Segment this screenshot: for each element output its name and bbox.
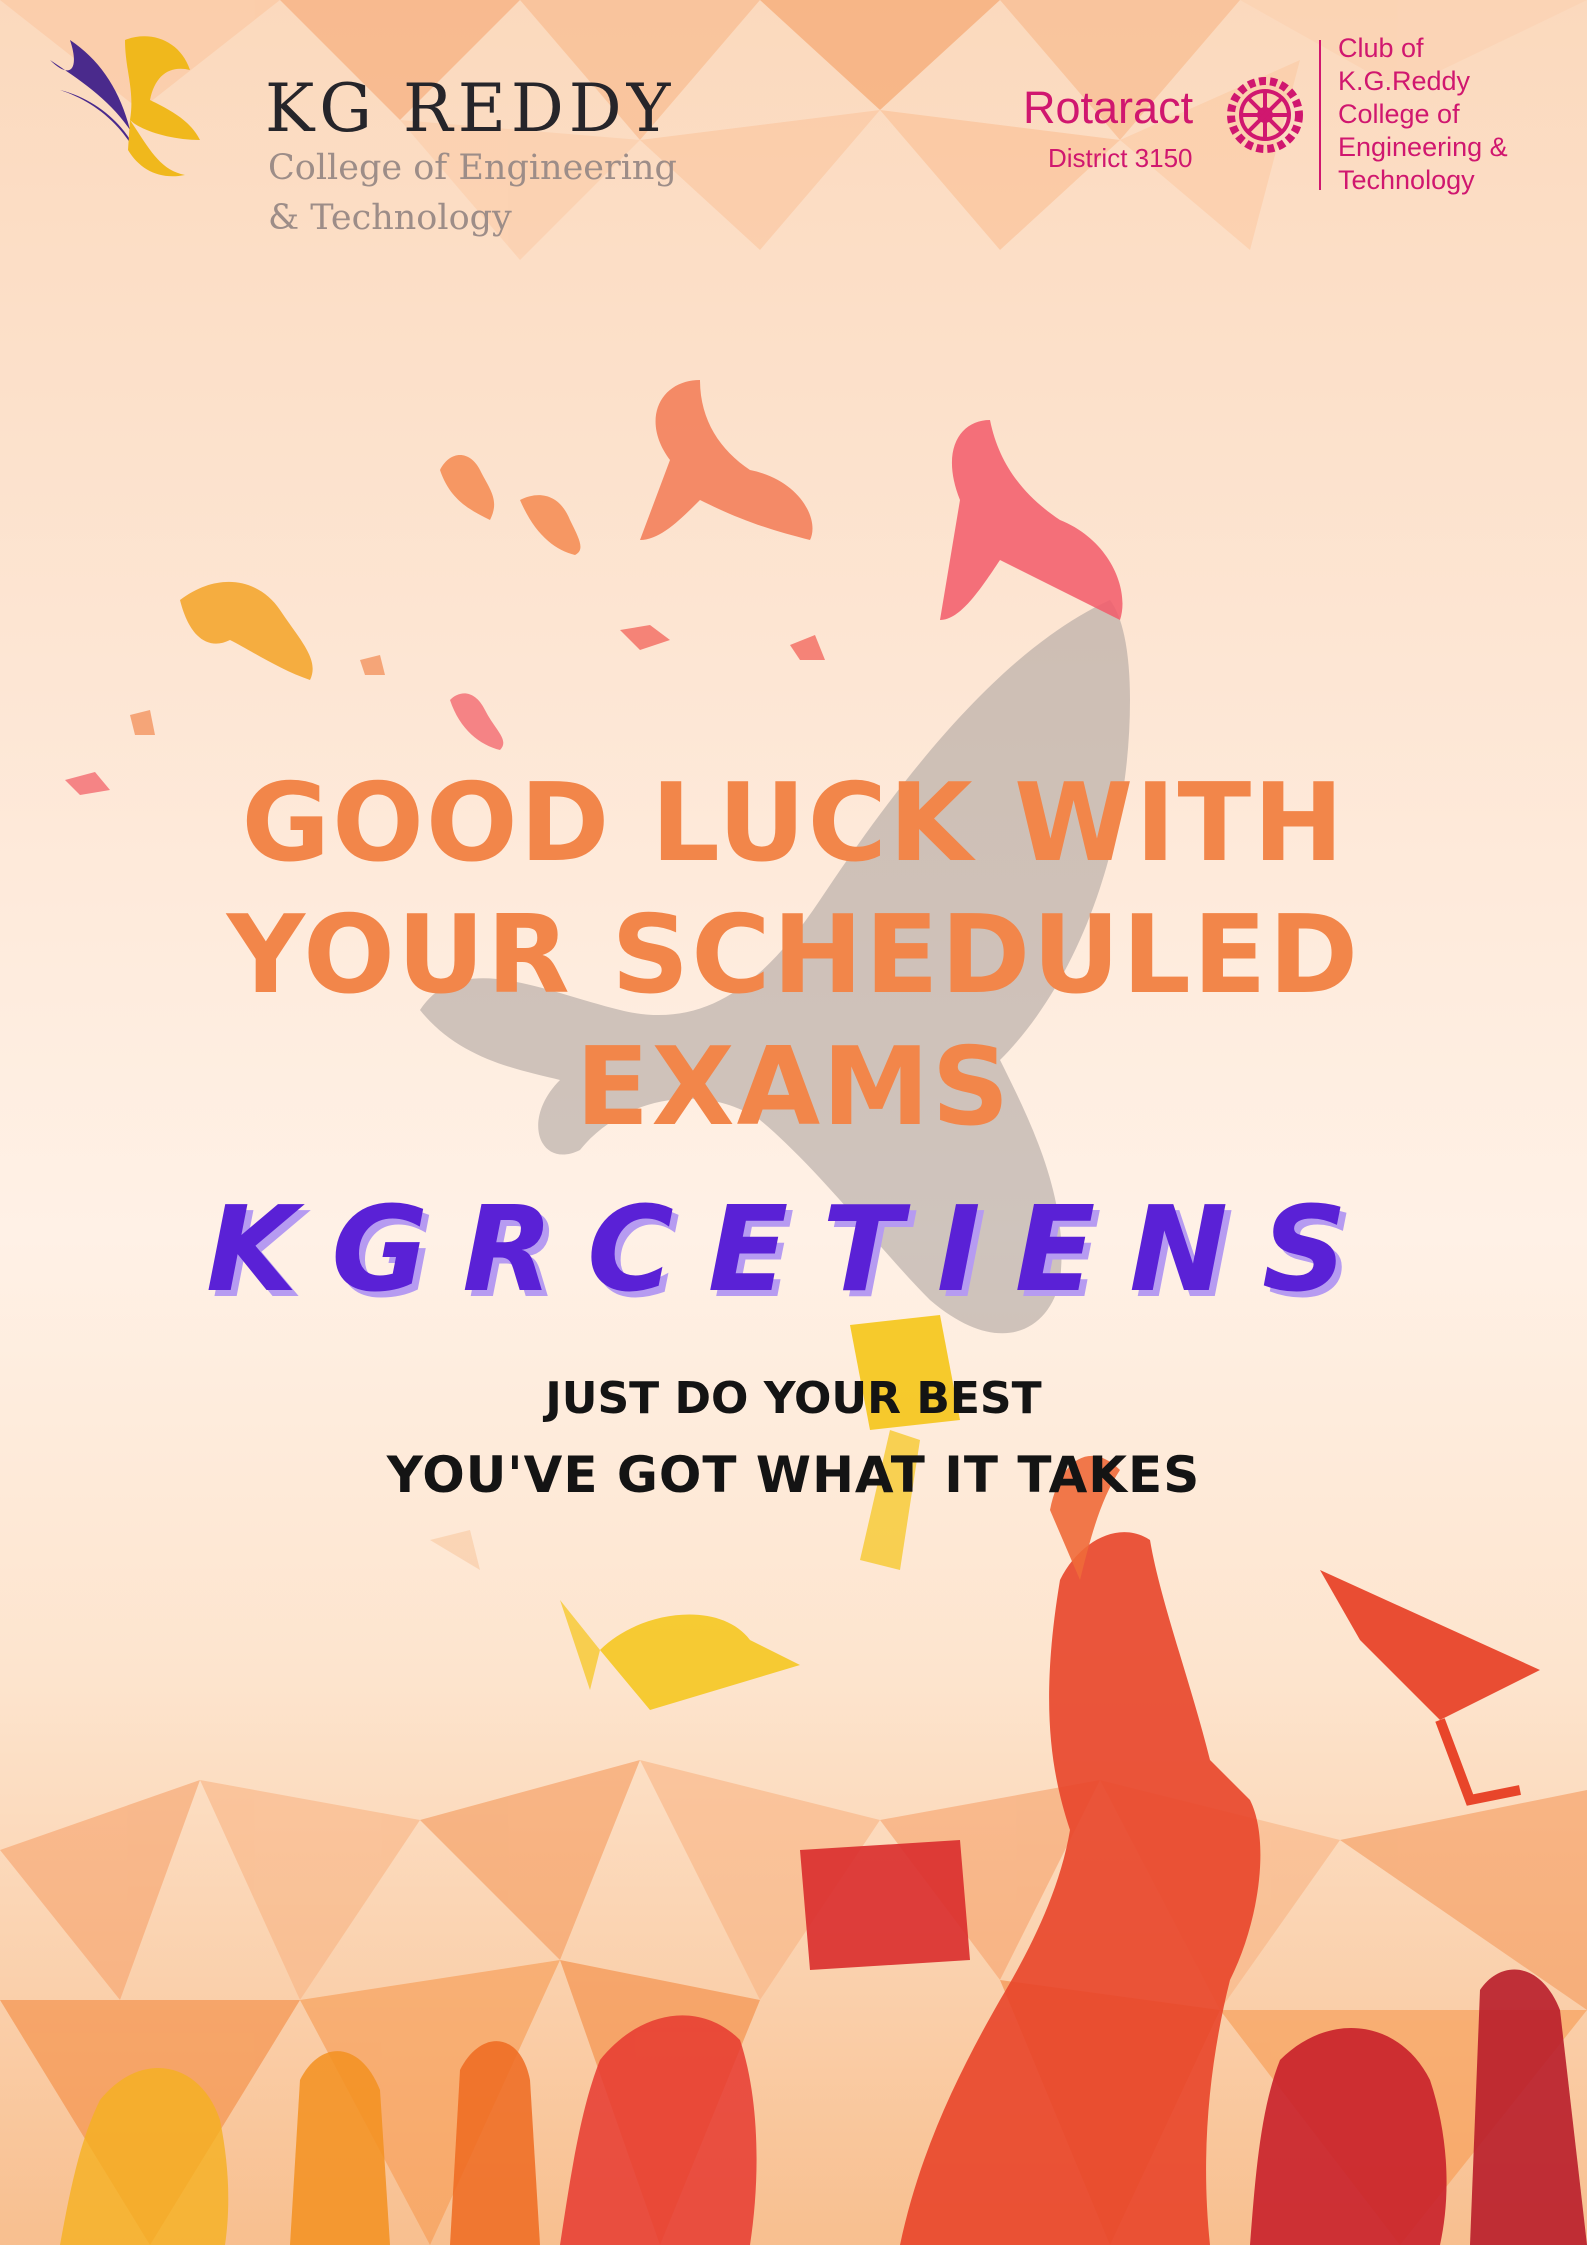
rotaract-divider xyxy=(1319,40,1321,190)
rotaract-name: Rotaract xyxy=(1023,82,1194,133)
kg-reddy-logo: KG REDDY College of Engineering & Techno… xyxy=(40,20,677,238)
subline-just-do-your-best: JUST DO YOUR BEST xyxy=(545,1373,1042,1424)
foreground-art xyxy=(0,1315,1587,2245)
rotaract-club-text: Club of K.G.Reddy College of Engineering… xyxy=(1338,32,1578,197)
club-line: K.G.Reddy xyxy=(1338,66,1471,96)
rotaract-district: District 3150 xyxy=(1048,143,1193,173)
poster: KG REDDY College of Engineering & Techno… xyxy=(0,0,1587,2245)
institution-subtitle-line1: College of Engineering xyxy=(268,148,677,188)
institution-subtitle-line2: & Technology xyxy=(268,198,512,238)
rotary-wheel-icon xyxy=(1227,77,1303,153)
club-line: Technology xyxy=(1338,165,1475,195)
subline-youve-got-what-it-takes: YOU'VE GOT WHAT IT TAKES xyxy=(386,1446,1201,1504)
institution-name: KG REDDY xyxy=(265,70,676,147)
club-line: Engineering & xyxy=(1338,132,1508,162)
headline-line: GOOD LUCK WITH xyxy=(241,761,1346,886)
club-line: Club of xyxy=(1338,33,1424,63)
eagle-icon xyxy=(50,36,200,177)
club-line: College of xyxy=(1338,99,1460,129)
